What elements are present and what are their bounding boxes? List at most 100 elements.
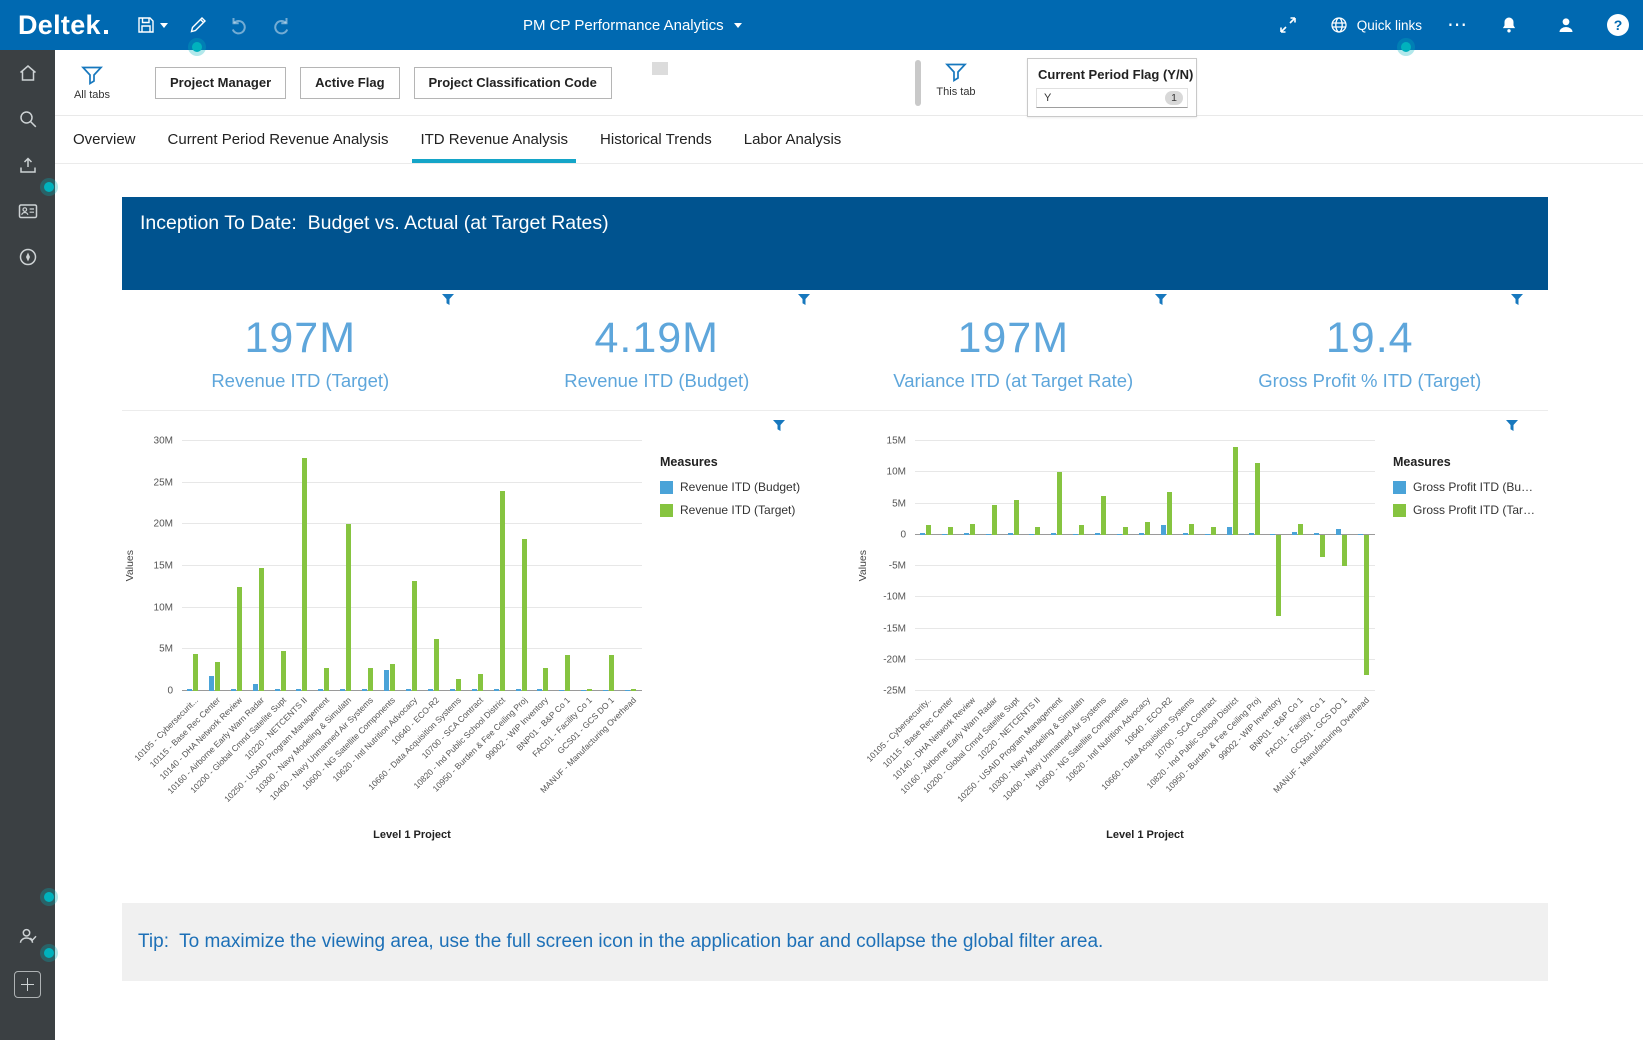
- tab-labor-analysis[interactable]: Labor Analysis: [744, 116, 842, 163]
- bar[interactable]: [1117, 533, 1123, 535]
- bar[interactable]: [1035, 527, 1041, 535]
- bar[interactable]: [969, 523, 975, 535]
- filter-funnel-icon[interactable]: [1154, 293, 1168, 306]
- bar[interactable]: [192, 653, 198, 691]
- nav-navigation[interactable]: [0, 234, 55, 280]
- filter-funnel-icon[interactable]: [1505, 419, 1519, 432]
- profile-button[interactable]: [1550, 9, 1582, 41]
- bar[interactable]: [985, 533, 991, 535]
- bar[interactable]: [609, 655, 615, 691]
- legend-item[interactable]: Revenue ITD (Budget): [660, 480, 800, 494]
- bar[interactable]: [1029, 533, 1035, 535]
- bar[interactable]: [1013, 500, 1019, 535]
- bar[interactable]: [919, 532, 925, 535]
- filter-funnel-icon[interactable]: [797, 293, 811, 306]
- undo-button[interactable]: [222, 9, 256, 41]
- nav-search[interactable]: [0, 96, 55, 142]
- filter-chip-active-flag[interactable]: Active Flag: [300, 66, 400, 99]
- bar[interactable]: [302, 457, 308, 691]
- bar[interactable]: [1232, 447, 1238, 535]
- help-button[interactable]: ?: [1607, 14, 1629, 36]
- bar[interactable]: [1320, 534, 1326, 557]
- this-tab-filter-button[interactable]: This tab: [927, 61, 985, 98]
- coach-beacon[interactable]: [44, 182, 54, 192]
- quick-links-button[interactable]: Quick links: [1329, 15, 1422, 35]
- nav-contacts[interactable]: [0, 188, 55, 234]
- bar[interactable]: [565, 655, 571, 691]
- coach-beacon[interactable]: [1401, 42, 1411, 52]
- bar[interactable]: [1358, 533, 1364, 535]
- bar[interactable]: [1342, 534, 1348, 566]
- bar[interactable]: [1292, 532, 1298, 535]
- tab-overview[interactable]: Overview: [73, 116, 136, 163]
- filter-funnel-icon[interactable]: [1510, 293, 1524, 306]
- filter-chip-project-manager[interactable]: Project Manager: [155, 66, 287, 99]
- current-period-flag-input[interactable]: Y 1: [1036, 88, 1188, 108]
- filter-funnel-icon[interactable]: [441, 293, 455, 306]
- bar[interactable]: [252, 683, 258, 691]
- bar[interactable]: [1298, 523, 1304, 535]
- bar[interactable]: [521, 538, 527, 691]
- fullscreen-button[interactable]: [1272, 9, 1304, 41]
- bar[interactable]: [1204, 533, 1210, 535]
- more-menu-button[interactable]: ⋯: [1447, 15, 1468, 35]
- bar[interactable]: [925, 525, 931, 535]
- bar[interactable]: [499, 491, 505, 691]
- bar[interactable]: [1101, 496, 1107, 535]
- bar[interactable]: [1248, 532, 1254, 535]
- save-button[interactable]: [130, 9, 174, 41]
- bar[interactable]: [1079, 525, 1085, 535]
- bar[interactable]: [346, 524, 352, 691]
- nav-export[interactable]: [0, 142, 55, 188]
- edit-button[interactable]: [182, 9, 214, 41]
- add-button[interactable]: [14, 971, 41, 998]
- redo-button[interactable]: [264, 9, 298, 41]
- legend-item[interactable]: Gross Profit ITD (Tar…: [1393, 503, 1535, 517]
- dashboard-title-menu[interactable]: PM CP Performance Analytics: [523, 0, 742, 50]
- bar[interactable]: [1270, 533, 1276, 535]
- filter-panel-grip[interactable]: [915, 60, 921, 106]
- bar[interactable]: [1057, 472, 1063, 535]
- bar[interactable]: [963, 532, 969, 535]
- tab-itd-revenue-analysis[interactable]: ITD Revenue Analysis: [412, 116, 576, 163]
- coach-beacon[interactable]: [44, 948, 54, 958]
- bar[interactable]: [433, 638, 439, 691]
- bar[interactable]: [1210, 527, 1216, 535]
- bar[interactable]: [236, 586, 242, 691]
- filter-funnel-icon[interactable]: [772, 419, 786, 432]
- bar[interactable]: [1073, 533, 1079, 535]
- bar[interactable]: [412, 581, 418, 691]
- bar[interactable]: [384, 670, 390, 691]
- bar[interactable]: [1139, 532, 1145, 535]
- bar[interactable]: [1145, 522, 1151, 535]
- tab-current-period-revenue-analysis[interactable]: Current Period Revenue Analysis: [168, 116, 389, 163]
- bar[interactable]: [991, 504, 997, 535]
- bar[interactable]: [1007, 532, 1013, 535]
- bar[interactable]: [1182, 532, 1188, 535]
- bar[interactable]: [368, 667, 374, 691]
- bar[interactable]: [1226, 527, 1232, 535]
- bar[interactable]: [1276, 534, 1282, 616]
- nav-home[interactable]: [0, 50, 55, 96]
- bar[interactable]: [1051, 532, 1057, 535]
- bar[interactable]: [1160, 525, 1166, 535]
- coach-beacon[interactable]: [44, 892, 54, 902]
- coach-beacon[interactable]: [192, 42, 202, 52]
- chips-scrollbar-thumb[interactable]: [652, 62, 668, 75]
- tab-historical-trends[interactable]: Historical Trends: [600, 116, 712, 163]
- bar[interactable]: [1095, 532, 1101, 535]
- bar[interactable]: [477, 674, 483, 691]
- bar[interactable]: [455, 678, 461, 691]
- bar[interactable]: [1336, 529, 1342, 535]
- legend-item[interactable]: Revenue ITD (Target): [660, 503, 800, 517]
- bar[interactable]: [324, 667, 330, 691]
- bar[interactable]: [1314, 532, 1320, 535]
- bar[interactable]: [543, 667, 549, 691]
- bar[interactable]: [947, 527, 953, 535]
- bar[interactable]: [1364, 534, 1370, 676]
- bar[interactable]: [1188, 523, 1194, 535]
- all-tabs-filter-button[interactable]: All tabs: [63, 64, 121, 101]
- bar[interactable]: [214, 661, 220, 691]
- bar[interactable]: [258, 567, 264, 691]
- bar[interactable]: [208, 676, 214, 691]
